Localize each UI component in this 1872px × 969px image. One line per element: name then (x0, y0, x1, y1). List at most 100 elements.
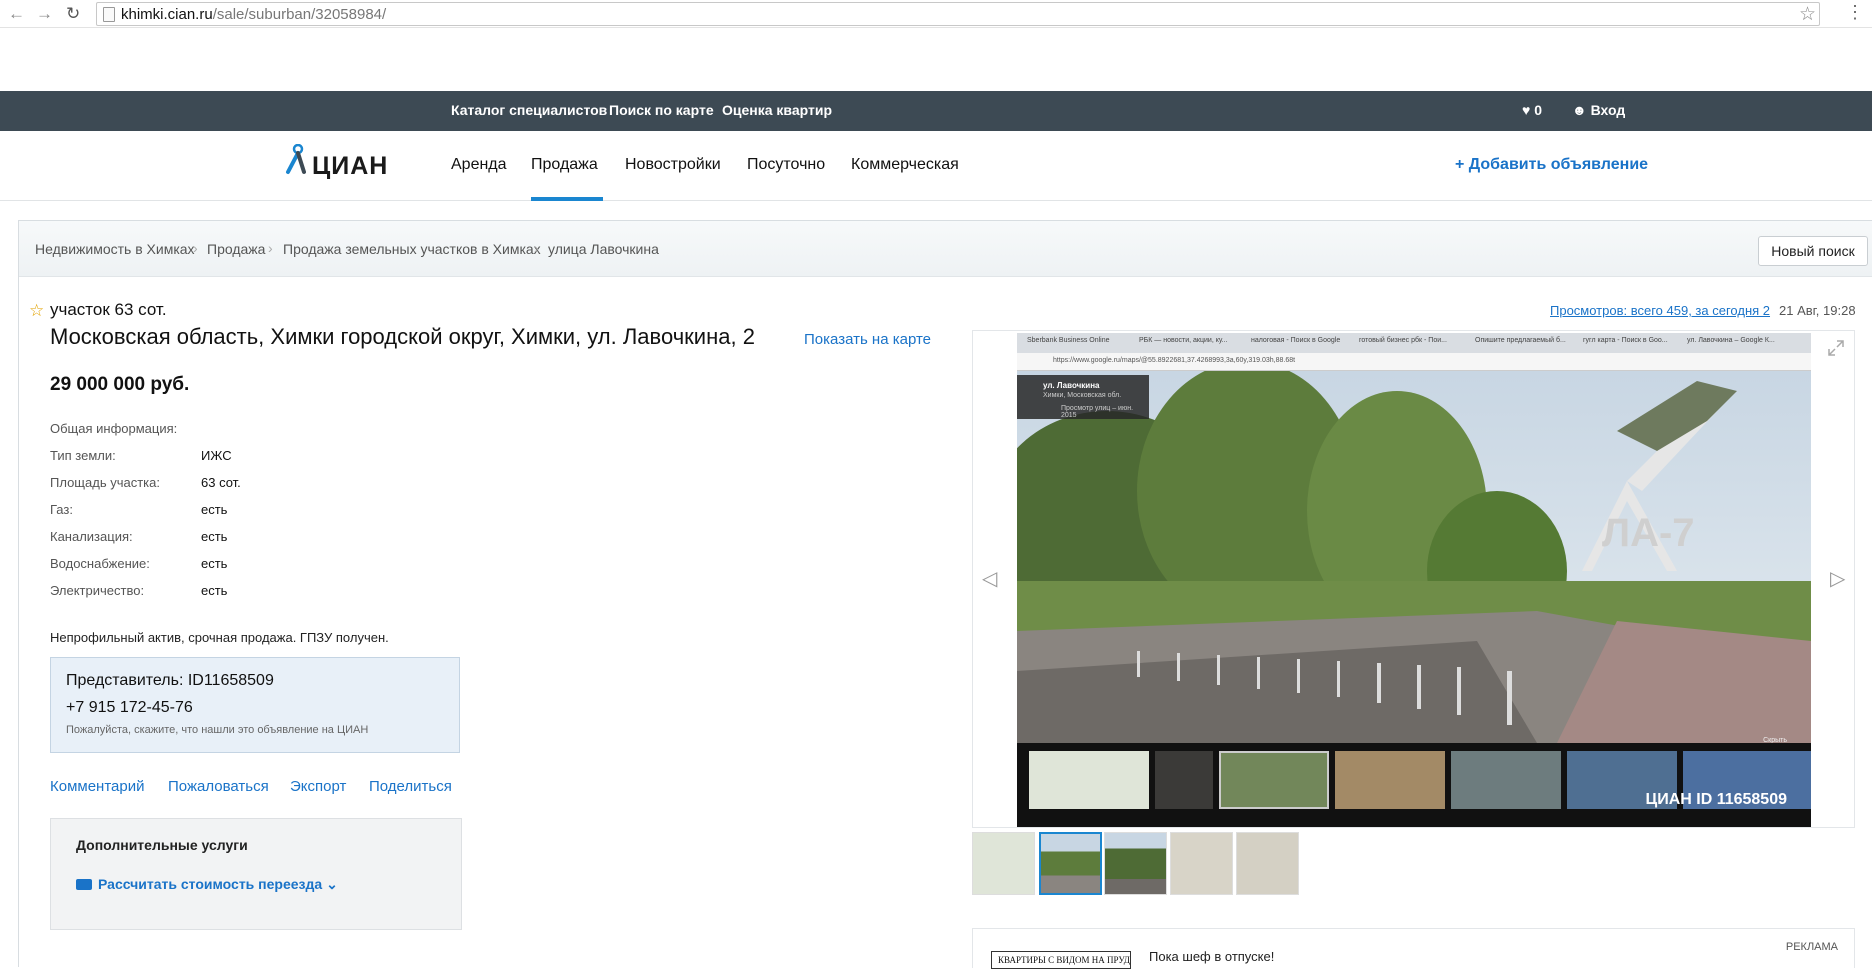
ad-text[interactable]: Пока шеф в отпуске! (1149, 949, 1274, 964)
info-label: Площадь участка: (50, 475, 160, 490)
url-path: /sale/suburban/32058984/ (212, 6, 387, 23)
add-listing-label: Добавить объявление (1468, 156, 1649, 173)
street-view-info-card: ул. Лавочкина Химки, Московская обл. Про… (1017, 375, 1149, 419)
reload-icon[interactable]: ↻ (66, 4, 80, 24)
chevron-right-icon: › (534, 240, 539, 256)
info-label: Электричество: (50, 583, 145, 598)
back-icon[interactable]: ← (8, 4, 25, 24)
screenshot-tab: готовый бизнес рбк - Пои... (1359, 337, 1447, 344)
gallery-thumbnail[interactable] (1236, 832, 1299, 895)
filmstrip-thumb (1335, 751, 1445, 809)
info-title: Общая информация: (50, 421, 178, 436)
gallery-thumbnail[interactable] (972, 832, 1035, 895)
streetview-date: Просмотр улиц – июн. 2015 (1061, 405, 1134, 419)
filmstrip-thumb (1219, 751, 1329, 809)
nav-commercial[interactable]: Коммерческая (851, 156, 959, 174)
screenshot-tab: Опишите предлагаемый б... (1475, 337, 1566, 344)
address-bar[interactable]: khimki.cian.ru/sale/suburban/32058984/ (96, 2, 1820, 26)
user-icon: ☻ (1572, 102, 1587, 118)
filmstrip-thumb (1451, 751, 1561, 809)
bookmark-star-icon[interactable]: ☆ (1799, 3, 1816, 26)
screenshot-tab: РБК — новости, акции, ку... (1139, 337, 1228, 344)
browser-toolbar: ← → ↻ khimki.cian.ru/sale/suburban/32058… (0, 0, 1872, 28)
advertisement: РЕКЛАМА КВАРТИРЫ С ВИДОМ НА ПРУД Пока ше… (972, 928, 1855, 969)
ad-banner-text: КВАРТИРЫ С ВИДОМ НА ПРУД (998, 955, 1130, 965)
url-host: khimki.cian.ru (121, 6, 213, 23)
link-map-search[interactable]: Поиск по карте (609, 102, 714, 118)
nav-new-buildings[interactable]: Новостройки (625, 156, 721, 174)
screenshot-tab: налоговая - Поиск в Google (1251, 337, 1341, 344)
active-nav-indicator (531, 197, 603, 201)
main-photo[interactable]: Sberbank Business Online РБК — новости, … (1017, 333, 1811, 827)
street-view-image: ЛА-7 (1017, 371, 1811, 743)
street-name: ул. Лавочкина (1043, 381, 1100, 390)
views-counter[interactable]: Просмотров: всего 459, за сегодня 2 (1550, 303, 1770, 318)
moving-cost-label: Рассчитать стоимость переезда (98, 876, 323, 892)
info-label: Водоснабжение: (50, 556, 150, 571)
nav-daily[interactable]: Посуточно (747, 156, 825, 174)
info-value: есть (201, 583, 228, 598)
url-text[interactable]: khimki.cian.ru/sale/suburban/32058984/ (121, 6, 386, 23)
gallery-next-icon[interactable]: ▷ (1830, 566, 1845, 591)
info-value: ИЖС (201, 448, 232, 463)
heart-icon: ♥ (1522, 102, 1531, 118)
breadcrumb-item[interactable]: Продажа (207, 241, 265, 257)
screenshot-tab: ул. Лавочкина – Google К... (1687, 337, 1775, 344)
top-bar: Каталог специалистов Поиск по карте Оцен… (0, 91, 1872, 131)
expand-icon[interactable] (1828, 340, 1844, 356)
favorites-count: 0 (1534, 102, 1542, 118)
screenshot-browser-tabs: Sberbank Business Online РБК — новости, … (1017, 333, 1811, 353)
screenshot-tab: Sberbank Business Online (1027, 337, 1110, 344)
listing-date: 21 Авг, 19:28 (1779, 303, 1856, 318)
show-on-map-link[interactable]: Показать на карте (804, 331, 931, 348)
nav-sale[interactable]: Продажа (531, 156, 598, 174)
link-specialists[interactable]: Каталог специалистов (451, 102, 607, 118)
gallery-thumbnail[interactable] (1104, 832, 1167, 895)
add-listing-link[interactable]: + Добавить объявление (1455, 156, 1648, 174)
breadcrumb-item[interactable]: Недвижимость в Химках (35, 241, 195, 257)
gallery-prev-icon[interactable]: ◁ (982, 566, 997, 591)
screenshot-tab: гугл карта - Поиск в Goo... (1583, 337, 1668, 344)
breadcrumb-item[interactable]: улица Лавочкина (548, 241, 659, 257)
lot-size: участок 63 сот. (50, 300, 167, 319)
services-title: Дополнительные услуги (76, 837, 248, 853)
login-label: Вход (1590, 102, 1626, 118)
new-search-button[interactable]: Новый поиск (1758, 236, 1868, 266)
info-label: Тип земли: (50, 448, 116, 463)
plus-icon: + (1455, 156, 1465, 173)
page-icon (103, 7, 115, 22)
listing-price: 29 000 000 руб. (50, 374, 190, 395)
login-button[interactable]: ☻ Вход (1572, 102, 1625, 118)
export-link[interactable]: Экспорт (290, 778, 346, 795)
share-link[interactable]: Поделиться (369, 778, 452, 795)
screenshot-url: https://www.google.ru/maps/@55.8922681,3… (1053, 357, 1296, 364)
menu-icon[interactable]: ⋮ (1846, 2, 1864, 23)
comment-link[interactable]: Комментарий (50, 778, 144, 795)
info-value: есть (201, 556, 228, 571)
cian-watermark: ЦИАН ID 11658509 (1645, 791, 1788, 808)
info-label: Газ: (50, 502, 73, 517)
breadcrumb-item[interactable]: Продажа земельных участков в Химках (283, 241, 541, 257)
gallery-thumbnail-selected[interactable] (1039, 832, 1102, 895)
info-value: есть (201, 502, 228, 517)
chevron-right-icon: › (193, 240, 198, 256)
favorites-button[interactable]: ♥ 0 (1522, 102, 1542, 118)
report-link[interactable]: Пожаловаться (168, 778, 269, 795)
ad-banner[interactable]: КВАРТИРЫ С ВИДОМ НА ПРУД (991, 951, 1131, 969)
favorite-star-icon[interactable]: ☆ (29, 301, 44, 321)
agent-hint: Пожалуйста, скажите, что нашли это объяв… (66, 724, 369, 736)
gallery-thumbnail[interactable] (1170, 832, 1233, 895)
agent-name: Представитель: ID11658509 (66, 672, 274, 689)
forward-icon[interactable]: → (36, 4, 53, 24)
link-valuation[interactable]: Оценка квартир (722, 102, 832, 118)
agent-card: Представитель: ID11658509 +7 915 172-45-… (50, 657, 460, 753)
city-name: Химки, Московская обл. (1043, 392, 1122, 399)
truck-icon (76, 879, 92, 890)
agent-phone[interactable]: +7 915 172-45-76 (66, 699, 193, 717)
info-value: 63 сот. (201, 475, 241, 490)
nav-rent[interactable]: Аренда (451, 156, 507, 174)
additional-services: Дополнительные услуги Рассчитать стоимос… (50, 818, 462, 930)
moving-cost-link[interactable]: Рассчитать стоимость переезда ⌄ (76, 876, 338, 893)
cian-logo-icon (286, 144, 306, 174)
monument-text: ЛА-7 (1602, 511, 1695, 555)
